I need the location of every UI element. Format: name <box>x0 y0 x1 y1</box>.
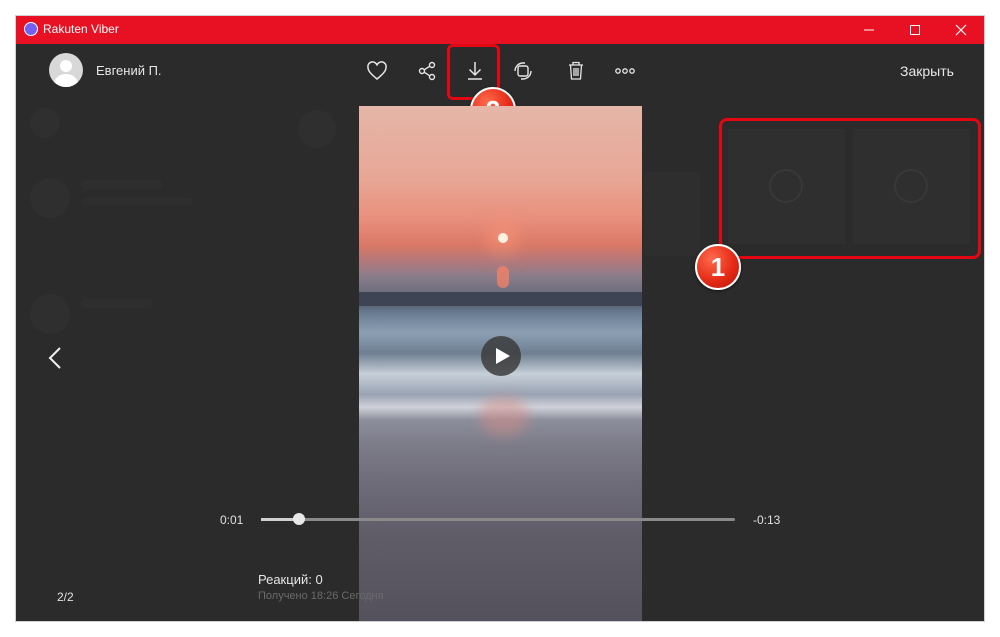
delete-button[interactable] <box>563 58 589 84</box>
elapsed-time: 0:01 <box>220 513 244 527</box>
forward-icon <box>514 62 532 80</box>
viber-window: Rakuten Viber Евгений П. Закрыть 1 0:01 … <box>16 16 984 621</box>
reactions-count[interactable]: Реакций: 0 <box>258 572 323 587</box>
minimize-button[interactable] <box>846 16 892 44</box>
minimize-icon <box>864 29 874 31</box>
like-button[interactable] <box>364 58 390 84</box>
play-icon <box>496 348 510 364</box>
contact-name: Евгений П. <box>96 63 162 78</box>
close-viewer-button[interactable]: Закрыть <box>900 63 954 79</box>
maximize-button[interactable] <box>892 16 938 44</box>
sun <box>498 233 508 243</box>
heart-icon <box>367 61 387 80</box>
close-icon <box>955 24 967 36</box>
share-icon <box>418 61 436 81</box>
seek-handle[interactable] <box>292 513 305 525</box>
video-preview[interactable] <box>359 106 642 621</box>
play-button[interactable] <box>481 336 521 376</box>
trash-icon <box>569 61 583 80</box>
maximize-icon <box>910 25 920 35</box>
forward-button[interactable] <box>510 58 536 84</box>
more-button[interactable] <box>612 58 638 84</box>
media-counter: 2/2 <box>57 590 74 604</box>
annotation-box-1 <box>719 118 981 259</box>
viber-logo-icon <box>24 22 38 36</box>
chevron-left-icon <box>48 347 61 369</box>
annotation-badge-1: 1 <box>695 244 741 290</box>
share-button[interactable] <box>414 58 440 84</box>
received-time: Получено 18:26 Сегодня <box>258 590 384 602</box>
seek-bar[interactable] <box>261 513 735 525</box>
avatar[interactable] <box>49 53 83 87</box>
remaining-time: -0:13 <box>753 513 781 527</box>
close-window-button[interactable] <box>938 16 984 44</box>
window-title: Rakuten Viber <box>43 22 119 36</box>
more-icon <box>615 68 635 74</box>
title-bar: Rakuten Viber <box>16 16 984 44</box>
previous-button[interactable] <box>46 346 64 375</box>
